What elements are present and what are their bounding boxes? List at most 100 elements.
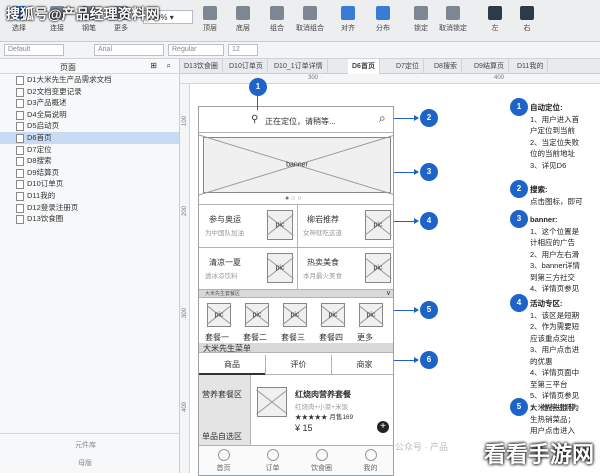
- page-list-item[interactable]: D4全局说明: [0, 109, 179, 121]
- set-label[interactable]: 套餐二: [243, 332, 267, 343]
- group-button[interactable]: 组合: [262, 6, 292, 33]
- promo-title[interactable]: 参与奥运: [209, 214, 241, 225]
- page-list-item[interactable]: D6首页: [0, 131, 179, 144]
- set-label[interactable]: 套餐四: [319, 332, 343, 343]
- font-select[interactable]: Arial: [94, 44, 164, 56]
- note-line: 3、详见D6: [530, 160, 567, 170]
- promo-title[interactable]: 柳岩推荐: [307, 214, 339, 225]
- bring-front-button[interactable]: 顶层: [195, 6, 225, 33]
- annotation-marker[interactable]: 3: [420, 163, 438, 181]
- note-line: banner:: [530, 215, 558, 224]
- page-tab[interactable]: D11我的: [513, 59, 549, 74]
- right-panel-icon: [520, 6, 534, 20]
- page-tab[interactable]: D10_1订单详情: [270, 59, 328, 74]
- add-page-icon[interactable]: ⊞: [150, 61, 157, 70]
- page-tab[interactable]: D6首页: [348, 59, 380, 74]
- set-label[interactable]: 套餐一: [205, 332, 229, 343]
- nav-icon: [315, 449, 328, 461]
- unlock-button[interactable]: 取消锁定: [438, 6, 468, 33]
- annotation-marker[interactable]: 4: [420, 212, 438, 230]
- style-select[interactable]: Default: [4, 44, 64, 56]
- masters-label[interactable]: 母版: [78, 458, 92, 468]
- right-panel-button[interactable]: 右: [512, 6, 542, 33]
- page-list-item[interactable]: D2文档变更记录: [0, 86, 179, 98]
- ungroup-button[interactable]: 取消组合: [295, 6, 325, 33]
- promo-title[interactable]: 清凉一夏: [209, 257, 241, 268]
- bottom-nav: 首页 订单 饮食圈 我的: [199, 445, 393, 475]
- library-label[interactable]: 元件库: [75, 440, 96, 450]
- note-line: 位的当前地址: [530, 149, 575, 158]
- nav-icon: [217, 449, 230, 461]
- distribute-button[interactable]: 分布: [368, 6, 398, 33]
- set-label[interactable]: 套餐三: [281, 332, 305, 343]
- page-list-item[interactable]: D10订单页: [0, 178, 179, 190]
- page-list-item[interactable]: D5启动页: [0, 120, 179, 132]
- search-icon[interactable]: ⌕: [379, 111, 386, 126]
- note-marker: 3: [510, 210, 528, 228]
- page-list: D1大米先生产品需求文档 D2文档变更记录 D3产品概述 D4全局说明 D5启动页 D6首…: [0, 74, 179, 225]
- annotation-marker[interactable]: 6: [420, 351, 438, 369]
- page-tab[interactable]: D8搜索: [430, 59, 462, 74]
- bottom-nav-item[interactable]: 我的: [346, 446, 393, 473]
- set-image[interactable]: pic: [207, 303, 231, 327]
- sidebar-bottom: 元件库 母版: [0, 433, 180, 473]
- category-item[interactable]: 单品自选区: [202, 431, 242, 442]
- page-tab[interactable]: D10订单页: [225, 59, 268, 74]
- design-canvas[interactable]: ⚲ 正在定位，请稍等... ⌕ banner ● ○ ○ 参与奥运 为中国队加油 p…: [190, 78, 600, 476]
- promo-title[interactable]: 热卖美食: [307, 257, 339, 268]
- left-panel-button[interactable]: 左: [480, 6, 510, 33]
- page-list-item[interactable]: D7定位: [0, 144, 179, 156]
- page-list-item[interactable]: D1大米先生产品需求文档: [0, 74, 179, 86]
- page-list-item[interactable]: D8搜索: [0, 155, 179, 167]
- note-line: 1、推荐规则为: [530, 403, 580, 412]
- page-tab[interactable]: D7定位: [392, 59, 424, 74]
- bottom-nav-item[interactable]: 订单: [248, 446, 297, 473]
- category-item[interactable]: 营养套餐区: [202, 389, 242, 400]
- main-toolbar: 选择 连接 钢笔 更多 100% ▾ 顶层 底层 组合 取消组合 对齐 分布 锁…: [0, 0, 600, 42]
- page-tab[interactable]: D9结算页: [470, 59, 509, 74]
- page-list-item[interactable]: D13饮食圈: [0, 213, 179, 225]
- note-line: 计相应的广告: [530, 238, 575, 247]
- set-image[interactable]: pic: [359, 303, 383, 327]
- promo-image[interactable]: pic: [267, 210, 293, 240]
- send-back-button[interactable]: 底层: [228, 6, 258, 33]
- bottom-nav-item[interactable]: 饮食圈: [297, 446, 346, 473]
- chevron-down-icon[interactable]: ∨: [386, 289, 391, 297]
- set-image[interactable]: pic: [245, 303, 269, 327]
- page-list-item[interactable]: D12登录注册页: [0, 202, 179, 214]
- note-marker: 5: [510, 398, 528, 416]
- lock-icon: [414, 6, 428, 20]
- set-image[interactable]: pic: [283, 303, 307, 327]
- note-marker: 4: [510, 294, 528, 312]
- page-list-item[interactable]: D3产品概述: [0, 97, 179, 109]
- set-image[interactable]: pic: [321, 303, 345, 327]
- search-icon[interactable]: ⌕: [167, 61, 171, 71]
- font-size-select[interactable]: 12: [228, 44, 258, 56]
- promo-image[interactable]: pic: [365, 253, 391, 283]
- bottom-nav-item[interactable]: 首页: [199, 446, 248, 473]
- lock-button[interactable]: 锁定: [406, 6, 436, 33]
- segment-tab[interactable]: 商家: [331, 355, 393, 375]
- note-marker: 1: [510, 98, 528, 116]
- location-bar: ⚲ 正在定位，请稍等... ⌕: [199, 107, 393, 133]
- note-line: 搜索:: [530, 185, 548, 194]
- promo-subtitle: 女神就吃这道: [303, 230, 342, 237]
- page-list-item[interactable]: D11我的: [0, 190, 179, 202]
- pages-panel-header: 页面 ⊞ ⌕: [0, 59, 179, 74]
- annotation-marker[interactable]: 1: [249, 78, 267, 96]
- segment-tab[interactable]: 商品: [199, 355, 265, 375]
- page-list-item[interactable]: D9结算页: [0, 167, 179, 179]
- page-tab[interactable]: D13饮食圈: [180, 59, 223, 74]
- set-label[interactable]: 更多: [357, 332, 373, 343]
- add-to-cart-icon[interactable]: +: [377, 421, 389, 433]
- banner-image[interactable]: banner: [203, 137, 391, 193]
- annotation-marker[interactable]: 2: [420, 109, 438, 127]
- font-weight-select[interactable]: Regular: [168, 44, 224, 56]
- annotation-marker[interactable]: 5: [420, 301, 438, 319]
- promo-image[interactable]: pic: [267, 253, 293, 283]
- promo-image[interactable]: pic: [365, 210, 391, 240]
- align-button[interactable]: 对齐: [333, 6, 363, 33]
- note-line: 户定位到当前: [530, 126, 575, 135]
- food-image: [257, 387, 287, 417]
- segment-tab[interactable]: 评价: [265, 355, 331, 375]
